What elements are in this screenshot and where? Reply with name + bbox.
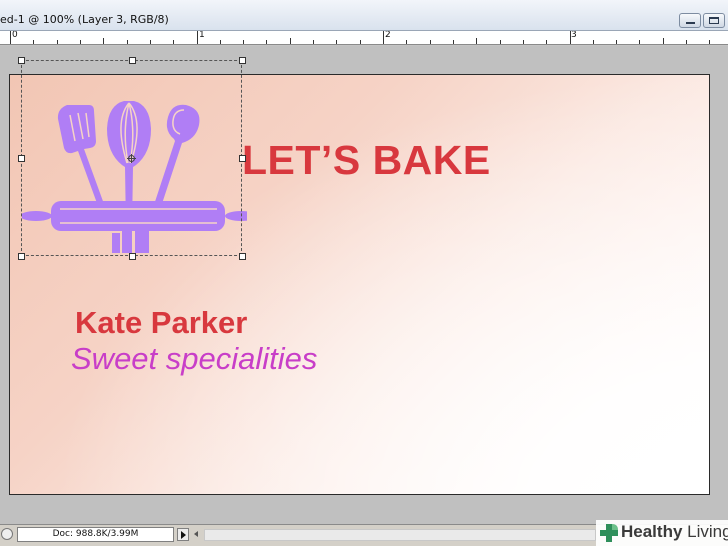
ruler-tick (523, 40, 524, 44)
ruler-label-3: 3 (571, 31, 577, 40)
ruler-tick (406, 40, 407, 44)
ruler-tick (639, 40, 640, 44)
name-text[interactable]: Kate Parker (75, 305, 247, 341)
ruler-tick (150, 40, 151, 44)
ruler-label-2: 2 (385, 31, 391, 40)
minimize-icon (686, 22, 695, 24)
ruler-tick (383, 31, 384, 44)
plus-leaf-icon (600, 524, 618, 542)
ruler-label-0: 0 (12, 31, 18, 40)
ruler-tick (570, 31, 571, 44)
ruler-tick (80, 40, 81, 44)
ruler-tick (197, 31, 198, 44)
ruler-tick (709, 40, 710, 44)
ruler-tick (313, 40, 314, 44)
watermark: Healthy Living (596, 520, 728, 546)
tagline-text[interactable]: Sweet specialities (71, 341, 317, 377)
transform-selection-box[interactable] (18, 57, 246, 260)
transform-handle-middle-left[interactable] (18, 155, 25, 162)
zoom-indicator-icon[interactable] (1, 528, 13, 540)
ruler-tick (220, 40, 221, 44)
horizontal-ruler[interactable]: 0 1 2 3 (0, 31, 728, 45)
ruler-tick (10, 31, 11, 44)
maximize-button[interactable] (703, 13, 725, 28)
ruler-tick (290, 38, 291, 44)
ruler-label-1: 1 (199, 31, 205, 40)
canvas-area[interactable]: LET’S BAKE Kate Parker Sweet specialitie… (0, 46, 728, 524)
doc-size-readout[interactable]: Doc: 988.8K/3.99M (17, 527, 174, 542)
ruler-tick (593, 40, 594, 44)
transform-handle-top-center[interactable] (129, 57, 136, 64)
transform-handle-bottom-right[interactable] (239, 253, 246, 260)
ruler-tick (430, 40, 431, 44)
ruler-tick (103, 38, 104, 44)
ruler-tick (686, 40, 687, 44)
transform-handle-bottom-center[interactable] (129, 253, 136, 260)
maximize-icon (709, 17, 719, 24)
watermark-text: Healthy Living (621, 522, 728, 541)
ruler-tick (127, 40, 128, 44)
ruler-tick (33, 40, 34, 44)
ruler-tick (453, 40, 454, 44)
ruler-tick (546, 40, 547, 44)
headline-text[interactable]: LET’S BAKE (242, 137, 491, 184)
ruler-tick (173, 40, 174, 44)
window-title: ed-1 @ 100% (Layer 3, RGB/8) (0, 13, 169, 26)
ruler-tick (616, 40, 617, 44)
horizontal-scrollbar[interactable] (204, 529, 596, 541)
transform-handle-bottom-left[interactable] (18, 253, 25, 260)
ruler-tick (336, 40, 337, 44)
minimize-button[interactable] (679, 13, 701, 28)
transform-handle-top-right[interactable] (239, 57, 246, 64)
ruler-tick (57, 40, 58, 44)
ruler-tick (243, 40, 244, 44)
ruler-tick (266, 40, 267, 44)
ruler-tick (476, 38, 477, 44)
document-window-titlebar[interactable]: ed-1 @ 100% (Layer 3, RGB/8) (0, 0, 728, 31)
transform-pivot-icon[interactable] (127, 154, 136, 163)
ruler-tick (500, 40, 501, 44)
transform-handle-top-left[interactable] (18, 57, 25, 64)
scroll-left-arrow-icon[interactable] (192, 529, 202, 541)
transform-handle-middle-right[interactable] (239, 155, 246, 162)
status-menu-arrow-icon[interactable] (177, 528, 189, 541)
ruler-tick (360, 40, 361, 44)
ruler-tick (663, 38, 664, 44)
